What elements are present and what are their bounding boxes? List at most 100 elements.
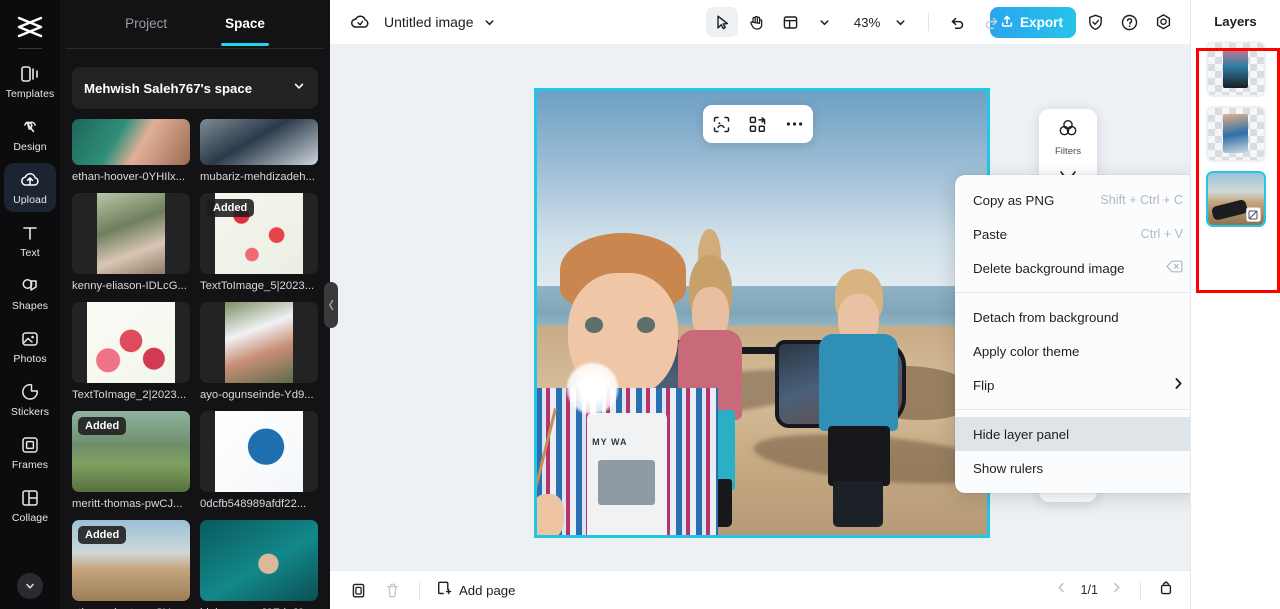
filters-label: Filters (1054, 146, 1082, 157)
context-menu-item[interactable]: Copy as PNG Shift + Ctrl + C (955, 183, 1190, 217)
cloud-saved-icon (348, 10, 372, 34)
chevron-down-icon[interactable] (483, 16, 496, 29)
asset-item[interactable]: ethan-hoover-0YHIlx... (72, 119, 190, 183)
context-menu-item[interactable]: Hide layer panel (955, 417, 1190, 451)
add-page-button[interactable]: Add page (435, 580, 515, 600)
context-menu-item[interactable]: Paste Ctrl + V (955, 217, 1190, 251)
context-menu-item[interactable]: Show rulers (955, 451, 1190, 485)
undo-button[interactable] (941, 7, 973, 37)
asset-item[interactable]: Addedethan-robertson-SYx... (72, 520, 190, 609)
added-badge: Added (78, 417, 127, 435)
next-page-icon[interactable] (1110, 581, 1123, 599)
sidebar-label-collage: Collage (11, 512, 49, 524)
asset-item[interactable]: ayo-ogunseinde-Yd9... (200, 302, 318, 401)
asset-thumbnail[interactable]: Added (200, 193, 318, 274)
layer-list (1205, 41, 1266, 227)
asset-thumbnail[interactable] (72, 302, 190, 383)
export-label: Export (1019, 14, 1063, 30)
asset-thumbnail-image (72, 119, 190, 165)
select-tool-button[interactable] (706, 7, 738, 37)
sidebar-item-frames[interactable]: Frames (4, 428, 56, 477)
design-icon (19, 116, 41, 138)
sidebar-item-templates[interactable]: Templates (4, 57, 56, 106)
sidebar-item-text[interactable]: Text (4, 216, 56, 265)
asset-item[interactable]: biel-morro-_J8ZdgJ9... (200, 520, 318, 609)
sidebar-label-templates: Templates (5, 88, 55, 100)
question-circle-icon[interactable] (1114, 7, 1144, 37)
panel-collapse-handle[interactable] (324, 282, 338, 328)
asset-thumbnail-image (87, 302, 175, 383)
added-badge: Added (78, 526, 127, 544)
asset-thumbnail[interactable] (72, 119, 190, 165)
layers-panel-title: Layers (1214, 14, 1257, 29)
artboard[interactable]: MY WA (534, 88, 990, 538)
asset-thumbnail[interactable]: Added (72, 520, 190, 601)
zoom-level[interactable]: 43% (852, 15, 882, 30)
asset-thumbnail[interactable] (200, 119, 318, 165)
page-indicator: 1/1 (1080, 583, 1098, 597)
asset-thumbnail[interactable]: Added (72, 411, 190, 492)
context-menu[interactable]: Copy as PNG Shift + Ctrl + C Paste Ctrl + V… (955, 175, 1190, 493)
zoom-caret-button[interactable] (884, 7, 916, 37)
asset-thumbnail-image (200, 119, 318, 165)
asset-item[interactable]: kenny-eliason-IDLcG... (72, 193, 190, 292)
chevron-right-icon (1174, 377, 1183, 393)
asset-thumbnail[interactable] (200, 302, 318, 383)
space-name: Mehwish Saleh767's space (84, 80, 253, 96)
hand-tool-button[interactable] (740, 7, 772, 37)
asset-item[interactable]: mubariz-mehdizadeh... (200, 119, 318, 183)
asset-thumbnail[interactable] (72, 193, 190, 274)
background-image-icon[interactable] (1245, 207, 1261, 222)
prev-page-icon[interactable] (1055, 581, 1068, 599)
asset-thumbnail-image (200, 520, 318, 601)
context-menu-item[interactable]: Detach from background (955, 300, 1190, 334)
sidebar-item-upload[interactable]: Upload (4, 163, 56, 212)
gear-icon[interactable] (1148, 7, 1178, 37)
context-menu-item[interactable]: Apply color theme (955, 334, 1190, 368)
added-badge: Added (206, 199, 255, 217)
layout-tool-button[interactable] (774, 7, 806, 37)
more-horizontal-icon[interactable] (781, 110, 809, 138)
context-menu-item[interactable]: Flip (955, 368, 1190, 402)
sidebar-item-shapes[interactable]: Shapes (4, 269, 56, 318)
stickers-icon (19, 381, 41, 403)
filters-button[interactable]: Filters (1045, 118, 1091, 157)
asset-item[interactable]: 0dcfb548989afdf22... (200, 411, 318, 510)
photos-image-icon (19, 328, 41, 350)
sidebar-item-stickers[interactable]: Stickers (4, 375, 56, 424)
filters-circles-icon (1057, 118, 1079, 143)
layout-caret-button[interactable] (808, 7, 840, 37)
tab-space[interactable]: Space (221, 16, 269, 46)
asset-item[interactable]: Added TextToImage_5|2023... (200, 193, 318, 292)
layer-item[interactable] (1205, 106, 1266, 162)
trash-icon[interactable] (380, 578, 404, 602)
sidebar-item-photos[interactable]: Photos (4, 322, 56, 371)
asset-thumbnail[interactable] (200, 411, 318, 492)
asset-thumbnail-grid: ethan-hoover-0YHIlx... mubariz-mehdizadeh… (60, 119, 330, 609)
sidebar-item-collage[interactable]: Collage (4, 481, 56, 530)
canvas-area[interactable]: Page 1 - (330, 45, 1190, 570)
document-title[interactable]: Untitled image (384, 14, 474, 30)
asset-item[interactable]: Added meritt-thomas-pwCJ... (72, 411, 190, 510)
cutout-nodes-icon[interactable] (744, 110, 772, 138)
chevron-down-circle-icon[interactable] (17, 573, 43, 599)
artwork-boy-shorts (827, 425, 890, 487)
layer-thumbnail (1223, 114, 1248, 153)
fit-screen-icon[interactable] (1158, 580, 1174, 601)
asset-item[interactable]: TextToImage_2|2023... (72, 302, 190, 401)
layer-item[interactable] (1205, 41, 1266, 97)
context-menu-item[interactable]: Delete background image (955, 251, 1190, 285)
asset-thumbnail[interactable] (200, 520, 318, 601)
space-selector[interactable]: Mehwish Saleh767's space (72, 67, 318, 109)
sidebar-item-design[interactable]: Design (4, 110, 56, 159)
tab-project[interactable]: Project (125, 16, 167, 33)
asset-tabs-divider (66, 48, 324, 49)
context-menu-item-label: Show rulers (973, 460, 1044, 476)
duplicate-icon[interactable] (346, 578, 370, 602)
shield-check-icon[interactable] (1080, 7, 1110, 37)
redo-button[interactable] (975, 7, 1007, 37)
capcut-logo-icon[interactable] (12, 12, 48, 42)
crop-dashed-icon[interactable] (707, 110, 735, 138)
layer-item[interactable] (1205, 171, 1266, 227)
page-navigation: 1/1 (1055, 580, 1174, 601)
